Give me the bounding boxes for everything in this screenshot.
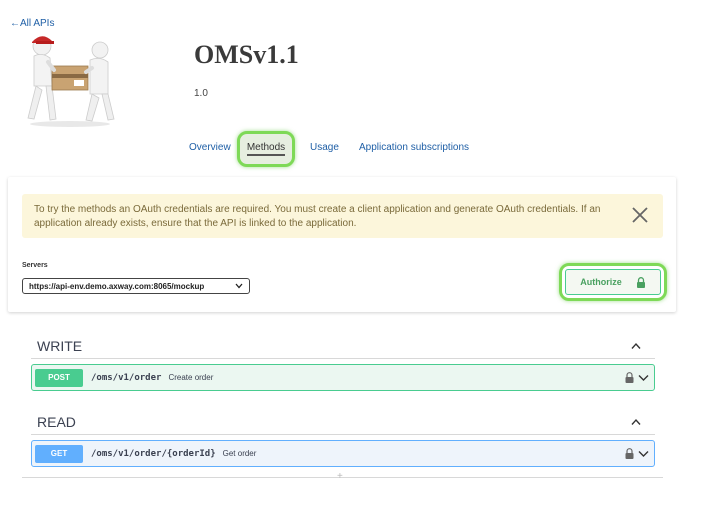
api-version: 1.0: [194, 88, 208, 99]
operation-summary: Create order: [168, 373, 214, 382]
servers-label: Servers: [22, 262, 48, 269]
oauth-notice-text: To try the methods an OAuth credentials …: [34, 204, 601, 229]
tab-methods[interactable]: Methods: [237, 131, 295, 167]
operation-create-order[interactable]: POST /oms/v1/order Create order: [31, 364, 655, 391]
operation-path: /oms/v1/order/{orderId}: [91, 448, 216, 459]
operation-get-order[interactable]: GET /oms/v1/order/{orderId} Get order: [31, 440, 655, 467]
authorize-highlight: Authorize: [559, 263, 667, 301]
authorize-button[interactable]: Authorize: [565, 269, 661, 295]
chevron-down-icon: [235, 283, 243, 289]
operation-icons: [625, 448, 649, 459]
tab-methods-label: Methods: [246, 142, 286, 156]
api-title: OMSv1.1: [194, 40, 299, 69]
oauth-notice: To try the methods an OAuth credentials …: [22, 194, 663, 238]
section-read-title: READ: [37, 414, 76, 430]
server-select-value: https://api-env.demo.axway.com:8065/mock…: [29, 281, 205, 291]
section-write-title: WRITE: [37, 338, 83, 354]
tab-usage[interactable]: Usage: [310, 142, 339, 153]
operation-icons: [625, 372, 649, 383]
tab-bar: Overview Methods Usage Application subsc…: [0, 131, 719, 167]
lock-icon[interactable]: [625, 448, 634, 459]
method-badge: GET: [35, 444, 83, 463]
resize-handle-icon: +: [337, 471, 343, 482]
chevron-up-icon: [631, 418, 641, 425]
operation-path: /oms/v1/order: [91, 372, 162, 383]
chevron-down-icon[interactable]: [638, 374, 649, 382]
api-methods-page: ←All APIs OMSv1.1 1.0 Overview Methods U…: [0, 0, 719, 506]
delivery-illustration: [27, 36, 115, 127]
chevron-up-icon: [631, 342, 641, 349]
close-icon[interactable]: [631, 206, 649, 224]
server-select[interactable]: https://api-env.demo.axway.com:8065/mock…: [22, 278, 250, 294]
tab-overview[interactable]: Overview: [189, 142, 231, 153]
lock-icon[interactable]: [625, 372, 634, 383]
method-badge: POST: [35, 368, 83, 387]
operation-summary: Get order: [222, 449, 257, 458]
tab-application-subscriptions[interactable]: Application subscriptions: [359, 142, 469, 153]
try-it-panel: To try the methods an OAuth credentials …: [8, 177, 676, 312]
chevron-down-icon[interactable]: [638, 450, 649, 458]
section-read[interactable]: READ: [31, 409, 655, 435]
lock-icon: [636, 276, 645, 288]
section-write[interactable]: WRITE: [31, 333, 655, 359]
authorize-label: Authorize: [580, 277, 622, 287]
